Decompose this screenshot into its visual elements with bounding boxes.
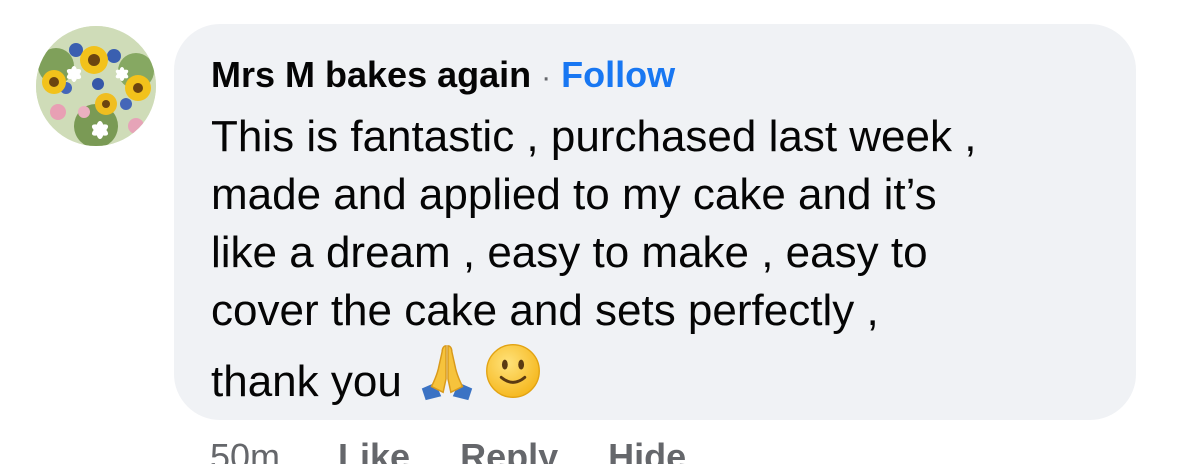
follow-button[interactable]: Follow xyxy=(561,54,675,96)
author-name[interactable]: Mrs M bakes again xyxy=(211,54,531,96)
comment-container: Mrs M bakes again · Follow This is fanta… xyxy=(0,0,1179,464)
slightly-smiling-face-icon xyxy=(485,344,540,398)
comment-header: Mrs M bakes again · Follow xyxy=(211,54,1100,98)
emoji-group xyxy=(416,340,548,402)
reply-button[interactable]: Reply xyxy=(460,436,558,464)
sunflower-bouquet-avatar xyxy=(36,26,156,146)
hide-button[interactable]: Hide xyxy=(608,436,686,464)
timestamp[interactable]: 50m xyxy=(210,436,280,464)
comment-text: This is fantastic , purchased last week … xyxy=(211,112,977,406)
separator-dot: · xyxy=(541,61,552,94)
folded-hands-icon xyxy=(421,345,472,401)
comment-body: This is fantastic , purchased last week … xyxy=(211,108,1100,411)
comment-bubble: Mrs M bakes again · Follow This is fanta… xyxy=(174,24,1136,420)
comment-actions: 50m Like Reply Hide xyxy=(210,436,736,464)
avatar[interactable] xyxy=(36,26,156,146)
like-button[interactable]: Like xyxy=(338,436,410,464)
